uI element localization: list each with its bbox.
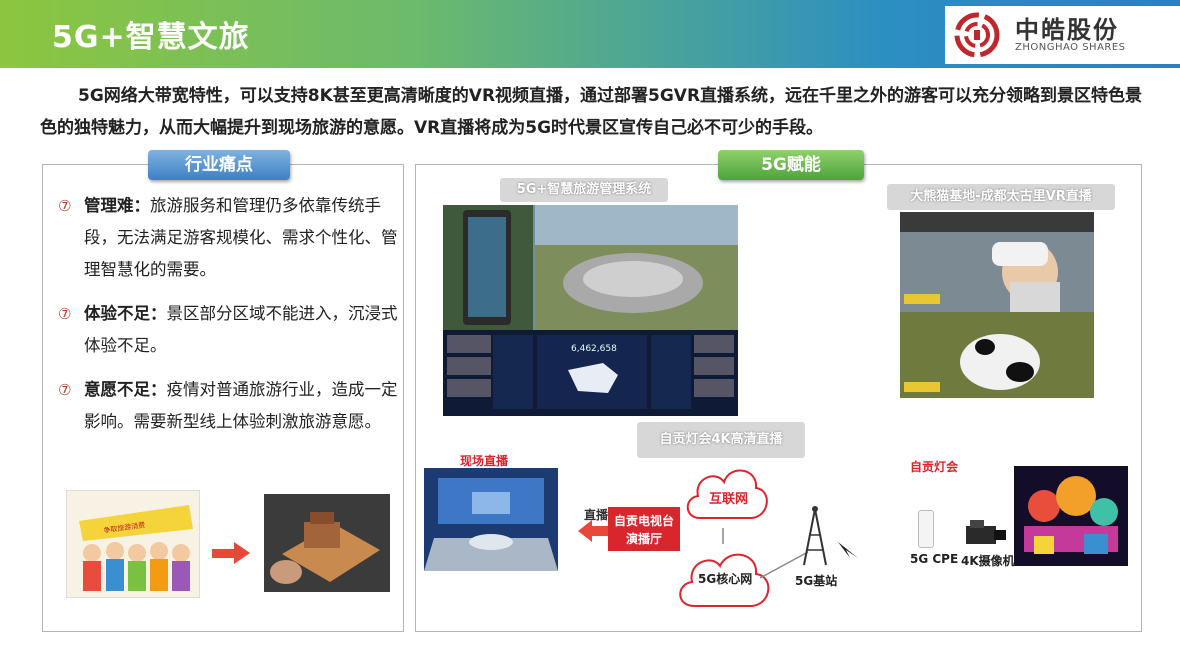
panda-vr-label: 大熊猫基地-成都太古里VR直播 [887,184,1115,210]
company-logo: 中皓股份 ZHONGHAO SHARES [945,6,1180,64]
logo-mark-icon [954,12,1000,58]
logo-english-name: ZHONGHAO SHARES [1015,42,1126,53]
tab-5g-empower: 5G赋能 [718,150,864,180]
direct-label: 直播 [584,508,609,522]
logo-chinese-name: 中皓股份 [1015,15,1119,44]
page-title: 5G+智慧文旅 [52,20,250,55]
studio-box: 自贡电视台 演播厅 [608,507,680,551]
ar-phone-image [264,494,390,592]
smart-tourism-photo: 6,462,658 [443,205,738,416]
studio-photo [424,468,558,571]
5g-core-label: 5G核心网 [698,572,753,586]
arrow-right-icon [212,542,250,564]
pain-item-management: ⑦ 管理难：旅游服务和管理仍多依靠传统手段，无法满足游客规模化、需求个性化、管理… [58,190,398,286]
pain-item-willingness: ⑦ 意愿不足：疫情对普通旅游行业，造成一定影响。需要新型线上体验刺激旅游意愿。 [58,374,398,438]
intro-paragraph: 5G网络大带宽特性，可以支持8K甚至更高清晰度的VR视频直播，通过部署5GVR直… [40,86,1143,138]
5g-base-label: 5G基站 [795,574,838,588]
tab-industry-pain-points: 行业痛点 [148,150,290,180]
cpe-label: 5G CPE [910,552,959,566]
internet-label: 互联网 [709,492,749,507]
bullet-icon: ⑦ [58,381,72,399]
base-station-tower-icon [803,506,827,566]
bullet-icon: ⑦ [58,305,72,323]
mgmt-system-label: 5G+智慧旅游管理系统 [500,178,668,202]
bullet-icon: ⑦ [58,197,72,215]
pain-title: 管理难： [84,196,150,215]
4k-camera-icon [966,520,1006,544]
dashboard-total-count: 6,462,658 [571,344,617,354]
lantern-4k-label: 自贡灯会4K高清直播 [637,422,805,458]
link-line [722,528,724,544]
cartoon-tourists-image: 争取旅游消费 [66,490,200,598]
pain-title: 体验不足： [84,304,167,323]
cpe-device [918,510,934,548]
pain-points-list: ⑦ 管理难：旅游服务和管理仍多依靠传统手段，无法满足游客规模化、需求个性化、管理… [58,190,398,450]
lantern-event-label: 自贡灯会 [910,460,959,474]
header-bar: 5G+智慧文旅 中皓股份 ZHONGHAO SHARES [0,0,1180,68]
live-site-label: 现场直播 [460,454,509,468]
pain-title: 意愿不足： [84,380,167,399]
lantern-photo [1014,466,1128,566]
camera-label: 4K摄像机 [961,554,1015,568]
panda-vr-photo [900,212,1094,398]
pain-item-experience: ⑦ 体验不足：景区部分区域不能进入，沉浸式体验不足。 [58,298,398,362]
signal-wave-icon [838,542,858,558]
